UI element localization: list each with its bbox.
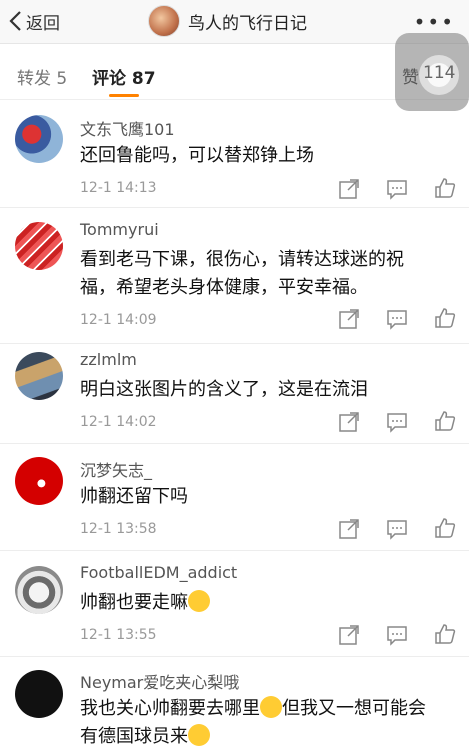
tab-comment[interactable]: 评论 87 — [92, 64, 156, 89]
avatar[interactable] — [15, 566, 63, 614]
avatar[interactable] — [15, 115, 63, 163]
share-icon[interactable] — [338, 518, 360, 540]
comment-text: 明白这张图片的含义了，这是在流泪 — [80, 379, 368, 400]
comment-time: 12-1 14:09 — [80, 312, 157, 328]
comment-item: FootballEDM_addict 帅翻也要走嘛 12-1 13:55 — [0, 551, 469, 657]
comment-text: 有德国球员来 — [80, 726, 188, 747]
nav-title-group[interactable]: 鸟人的飞行日记 — [148, 3, 307, 39]
comment-time: 12-1 14:13 — [80, 180, 157, 196]
avatar[interactable] — [15, 352, 63, 400]
reply-icon[interactable] — [386, 308, 408, 330]
share-icon[interactable] — [338, 624, 360, 646]
avatar[interactable] — [15, 222, 63, 270]
comment-text: 但我又一想可能会 — [282, 698, 426, 719]
more-button[interactable]: ••• — [414, 10, 455, 34]
comment-username[interactable]: zzlmlm — [80, 350, 137, 369]
comment-time: 12-1 13:55 — [80, 627, 157, 643]
like-icon[interactable] — [434, 410, 456, 432]
back-button[interactable]: 返回 — [8, 7, 60, 35]
comment-time: 12-1 13:58 — [80, 521, 157, 537]
like-icon[interactable] — [434, 623, 456, 645]
comment-text-line: 看到老马下课，很伤心，请转达球迷的祝 — [80, 249, 404, 270]
comment-username[interactable]: Neymar爱吃夹心梨哦 — [80, 669, 239, 693]
page-title: 鸟人的飞行日记 — [188, 13, 307, 34]
like-icon[interactable] — [434, 177, 456, 199]
author-avatar[interactable] — [148, 5, 180, 37]
like-icon[interactable] — [434, 517, 456, 539]
comment-item: Neymar爱吃夹心梨哦 我也关心帅翻要去哪里 但我又一想可能会 有德国球员来 — [0, 657, 469, 753]
comment-text: 帅翻也要走嘛 — [80, 592, 188, 613]
crying-laughing-emoji-icon — [188, 590, 210, 612]
avatar[interactable] — [15, 670, 63, 718]
comment-item: 沉梦矢志_ 帅翻还留下吗 12-1 13:58 — [0, 444, 469, 551]
comment-text-line: 福，希望老头身体健康，平安幸福。 — [80, 277, 368, 298]
back-label: 返回 — [26, 13, 60, 34]
tab-like-label: 赞 — [402, 68, 419, 88]
reply-icon[interactable] — [386, 518, 408, 540]
comment-text-wrap: 有德国球员来 — [80, 722, 460, 752]
tab-like-count: 114 — [423, 63, 456, 83]
comment-time: 12-1 14:02 — [80, 414, 157, 430]
comment-text: 我也关心帅翻要去哪里 — [80, 698, 260, 719]
avatar[interactable] — [15, 457, 63, 505]
comment-item: Tommyrui 看到老马下课，很伤心，请转达球迷的祝 福，希望老头身体健康，平… — [0, 208, 469, 344]
comment-username[interactable]: FootballEDM_addict — [80, 563, 237, 582]
comment-item: 文东飞鹰101 还回鲁能吗，可以替郑铮上场 12-1 14:13 — [0, 101, 469, 208]
comment-username[interactable]: 沉梦矢志_ — [80, 457, 152, 481]
comment-text: 还回鲁能吗，可以替郑铮上场 — [80, 145, 314, 166]
tab-like[interactable]: 赞 114 — [395, 33, 469, 111]
share-icon[interactable] — [338, 178, 360, 200]
share-icon[interactable] — [338, 308, 360, 330]
fearful-face-emoji-icon — [188, 724, 210, 746]
like-icon[interactable] — [434, 307, 456, 329]
comment-text-wrap: 帅翻也要走嘛 — [80, 588, 460, 618]
reply-icon[interactable] — [386, 178, 408, 200]
reply-icon[interactable] — [386, 411, 408, 433]
comment-username[interactable]: 文东飞鹰101 — [80, 116, 175, 140]
tab-repost[interactable]: 转发 5 — [17, 64, 67, 89]
reply-icon[interactable] — [386, 624, 408, 646]
comment-username[interactable]: Tommyrui — [80, 220, 159, 239]
comment-text: 帅翻还留下吗 — [80, 486, 188, 507]
comment-text-wrap: 我也关心帅翻要去哪里 但我又一想可能会 — [80, 694, 460, 724]
chevron-left-icon — [9, 11, 21, 31]
share-icon[interactable] — [338, 411, 360, 433]
active-tab-indicator — [109, 94, 139, 97]
sweat-smile-emoji-icon — [260, 696, 282, 718]
comment-item: zzlmlm 明白这张图片的含义了，这是在流泪 12-1 14:02 — [0, 344, 469, 444]
